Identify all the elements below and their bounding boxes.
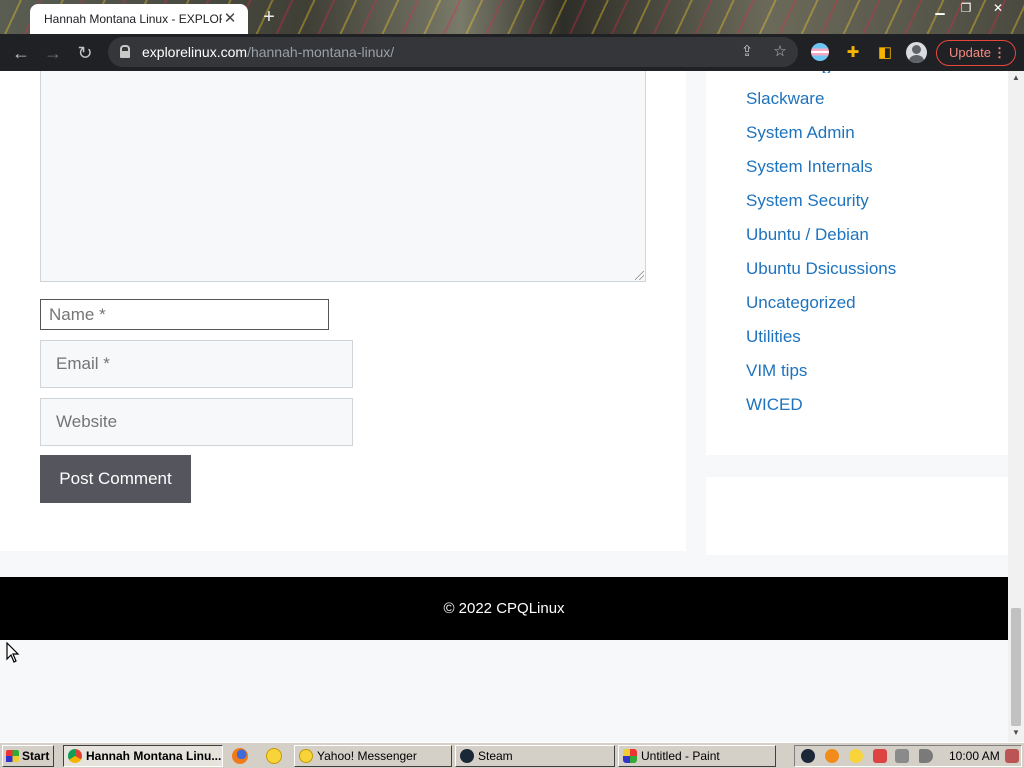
- minimize-icon[interactable]: ▁: [926, 0, 954, 20]
- browser-toolbar: ← → ↻ explorelinux.com/hannah-montana-li…: [0, 34, 1024, 71]
- bookmark-star-icon[interactable]: ☆: [769, 41, 791, 63]
- tab-title: Hannah Montana Linux - EXPLORE: [44, 12, 222, 26]
- steam-tray-icon[interactable]: [801, 749, 815, 763]
- address-bar[interactable]: explorelinux.com/hannah-montana-linux/ ⇪…: [108, 37, 798, 67]
- lock-icon[interactable]: [120, 45, 130, 58]
- new-tab-icon[interactable]: +: [258, 6, 280, 28]
- search-tray-icon[interactable]: [825, 749, 839, 763]
- steam-icon: [460, 749, 474, 763]
- volume-tray-icon[interactable]: [919, 749, 933, 763]
- category-link[interactable]: Ubuntu / Debian: [746, 225, 869, 245]
- firefox-icon[interactable]: [232, 748, 248, 764]
- category-link[interactable]: Uncategorized: [746, 293, 856, 313]
- site-footer: © 2022 CPQLinux: [0, 577, 1008, 640]
- paint-icon: [623, 749, 637, 763]
- browser-tab[interactable]: Hannah Montana Linux - EXPLORE ✕: [30, 4, 248, 34]
- url-host: explorelinux.com: [142, 44, 248, 60]
- start-label: Start: [22, 749, 50, 763]
- categories-widget: p Slackware System Admin System Internal…: [706, 71, 1008, 455]
- reload-icon[interactable]: ↻: [72, 40, 98, 66]
- email-field[interactable]: [40, 340, 353, 388]
- taskbar-clock: 10:00 AM: [949, 749, 1000, 763]
- sidebar-widget-empty: [706, 477, 1008, 555]
- scroll-up-icon[interactable]: ▲: [1008, 71, 1024, 85]
- category-link[interactable]: System Internals: [746, 157, 873, 177]
- browser-title-bar: Hannah Montana Linux - EXPLORE ✕ + ▁ ❐ ✕: [0, 0, 1024, 34]
- system-tray: 10:00 AM: [794, 745, 1022, 767]
- taskbar-button-label: Hannah Montana Linu...: [86, 749, 222, 763]
- url-text[interactable]: explorelinux.com/hannah-montana-linux/: [142, 44, 394, 60]
- website-field[interactable]: [40, 398, 353, 446]
- extension-flag-icon[interactable]: [811, 43, 829, 61]
- network-tray-icon[interactable]: [895, 749, 909, 763]
- messenger-smiley-icon[interactable]: [266, 748, 282, 764]
- taskbar-button-label: Yahoo! Messenger: [317, 749, 417, 763]
- taskbar-button-paint[interactable]: Untitled - Paint: [618, 745, 776, 767]
- messenger-tray-icon[interactable]: [849, 749, 863, 763]
- update-button[interactable]: Update ⋮: [936, 40, 1016, 66]
- taskbar-button-label: Steam: [478, 749, 513, 763]
- taskbar: Start Hannah Montana Linu... Yahoo! Mess…: [0, 742, 1024, 768]
- taskbar-button-yahoo-messenger[interactable]: Yahoo! Messenger: [294, 745, 452, 767]
- yahoo-messenger-icon: [299, 749, 313, 763]
- resize-grip-icon[interactable]: [635, 271, 644, 280]
- page-scrollbar[interactable]: ▲ ▼: [1008, 71, 1024, 742]
- menu-dots-icon[interactable]: ⋮: [993, 41, 1006, 65]
- comment-section: Post Comment: [0, 71, 686, 551]
- share-icon[interactable]: ⇪: [736, 41, 758, 63]
- start-button[interactable]: Start: [2, 745, 54, 767]
- taskbar-button-chrome[interactable]: Hannah Montana Linu...: [63, 745, 223, 767]
- extensions-puzzle-icon[interactable]: ✚: [843, 43, 863, 63]
- taskbar-button-steam[interactable]: Steam: [455, 745, 615, 767]
- category-link[interactable]: Utilities: [746, 327, 801, 347]
- copyright-text: © 2022 CPQLinux: [443, 600, 565, 617]
- taskbar-button-label: Untitled - Paint: [641, 749, 720, 763]
- mouse-cursor-icon: [6, 642, 20, 663]
- side-panel-icon[interactable]: ◧: [875, 43, 895, 63]
- scrollbar-thumb[interactable]: [1011, 608, 1021, 726]
- forward-icon[interactable]: →: [40, 40, 66, 66]
- chrome-icon: [68, 749, 82, 763]
- category-link[interactable]: Ubuntu Dsicussions: [746, 259, 896, 279]
- category-link[interactable]: VIM tips: [746, 361, 807, 381]
- category-link[interactable]: WICED: [746, 395, 803, 415]
- windows-logo-icon: [6, 750, 19, 762]
- post-comment-button[interactable]: Post Comment: [40, 455, 191, 503]
- tab-close-icon[interactable]: ✕: [222, 11, 238, 27]
- profile-avatar[interactable]: [906, 42, 927, 63]
- category-link[interactable]: System Security: [746, 191, 869, 211]
- url-path: /hannah-montana-linux/: [247, 44, 395, 60]
- update-label: Update: [949, 45, 991, 60]
- category-link[interactable]: Slackware: [746, 89, 824, 109]
- restore-icon[interactable]: ❐: [952, 0, 980, 20]
- window-close-icon[interactable]: ✕: [984, 0, 1012, 20]
- category-link-partial[interactable]: p: [746, 71, 831, 73]
- notification-tray-icon[interactable]: [1005, 749, 1019, 763]
- name-field[interactable]: [40, 299, 329, 330]
- security-tray-icon[interactable]: [873, 749, 887, 763]
- scroll-down-icon[interactable]: ▼: [1008, 726, 1024, 740]
- comment-textarea[interactable]: [40, 71, 646, 282]
- back-icon[interactable]: ←: [8, 40, 34, 66]
- page-viewport: Post Comment p Slackware System Admin Sy…: [0, 71, 1008, 742]
- category-link[interactable]: System Admin: [746, 123, 855, 143]
